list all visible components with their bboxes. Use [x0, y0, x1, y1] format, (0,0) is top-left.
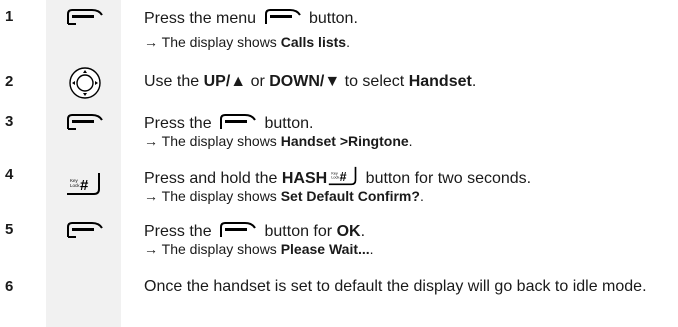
- svg-text:Lock: Lock: [332, 176, 340, 180]
- menu-key-icon: [219, 221, 257, 239]
- step-text: Press the button. → The display shows Ha…: [144, 113, 413, 149]
- svg-text:#: #: [80, 177, 89, 194]
- icon-column: [46, 0, 121, 327]
- hash-key-icon: Key Lock #: [328, 166, 358, 186]
- step-text: Press and hold the HASH Key Lock # butto…: [144, 166, 674, 205]
- step-number: 6: [5, 278, 14, 295]
- svg-text:#: #: [340, 170, 347, 184]
- hash-key-icon: Key Lock #: [66, 172, 102, 196]
- step-number: 5: [5, 221, 14, 238]
- svg-text:Lock: Lock: [70, 183, 80, 188]
- menu-key-icon: [66, 8, 104, 26]
- step-number: 1: [5, 8, 14, 25]
- menu-key-icon: [264, 8, 302, 26]
- step-number: 3: [5, 113, 14, 130]
- step-number: 4: [5, 166, 14, 183]
- step-number: 2: [5, 73, 14, 90]
- step-text: Press the menu button. → The display sho…: [144, 8, 358, 50]
- navigation-key-icon: [68, 67, 102, 99]
- menu-key-icon: [66, 221, 104, 239]
- menu-key-icon: [66, 113, 104, 131]
- step-text: Press the button for OK. → The display s…: [144, 221, 374, 257]
- step-text: Once the handset is set to default the d…: [144, 278, 647, 295]
- menu-key-icon: [219, 113, 257, 131]
- step-text: Use the UP/▲ or DOWN/▼ to select Handset…: [144, 73, 477, 90]
